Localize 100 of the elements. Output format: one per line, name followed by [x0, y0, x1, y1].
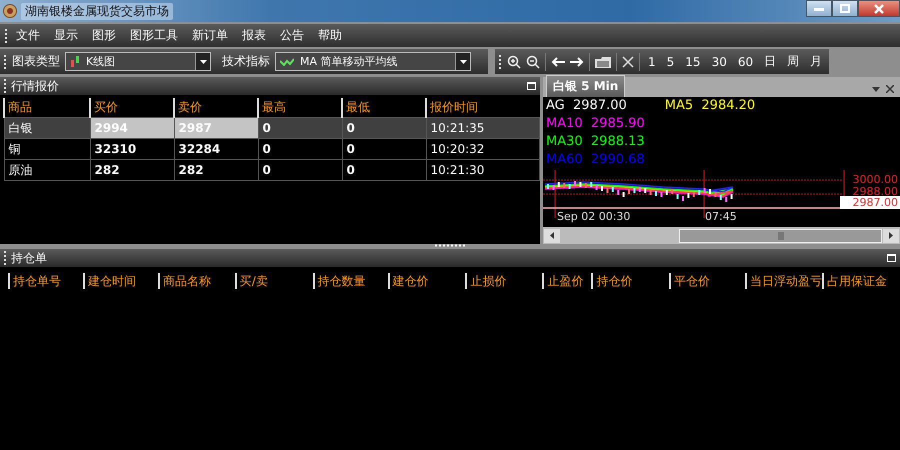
caret-down-icon [200, 60, 206, 64]
scrollbar[interactable] [543, 227, 900, 244]
column-header[interactable]: 卖价 [174, 98, 258, 118]
column-header[interactable]: 最高 [258, 98, 342, 118]
indicator-label: 技术指标 [222, 53, 270, 70]
column-header[interactable]: 持仓数量 [312, 273, 388, 289]
column-header[interactable]: 建仓时间 [82, 273, 158, 289]
table-row[interactable]: 白银 2994 2987 0 0 10:21:35 [4, 118, 539, 138]
period-button[interactable]: 30 [708, 54, 730, 68]
table-cell: 10:21:30 [426, 160, 539, 180]
period-button[interactable]: 60 [734, 54, 756, 68]
close-button[interactable] [858, 0, 900, 17]
column-header[interactable]: 止盈价 [542, 273, 592, 289]
maximize-button[interactable] [832, 0, 858, 17]
chart-type-dropdown[interactable]: K线图 [65, 52, 211, 71]
splitter-handle-icon[interactable] [435, 244, 465, 247]
scroll-thumb[interactable] [679, 228, 882, 242]
scroll-right-button[interactable] [883, 228, 899, 242]
minimize-button[interactable] [806, 0, 832, 17]
chart-tab[interactable]: 白银 5 Min [546, 75, 626, 97]
time-axis-label: Sep 02 00:30 [557, 210, 630, 223]
column-header[interactable]: 商品名称 [158, 273, 235, 289]
caret-left-icon [550, 232, 554, 239]
dropdown-icon[interactable] [872, 87, 880, 92]
menu-item[interactable]: 文件 [10, 25, 46, 46]
table-cell: 原油 [4, 160, 90, 180]
column-header[interactable]: 报价时间 [426, 98, 539, 118]
chart-type-label: 图表类型 [12, 53, 60, 70]
menu-item[interactable]: 报表 [236, 25, 272, 46]
grip-handle-icon[interactable] [499, 54, 502, 70]
grip-icon [778, 232, 784, 240]
column-header[interactable]: 持仓价 [591, 273, 670, 289]
table-cell: 2994 [90, 118, 174, 138]
menu-item[interactable]: 图形 [86, 25, 122, 46]
panel-title: 行情报价 [11, 78, 59, 94]
maximize-icon [840, 4, 850, 13]
table-cell: 282 [90, 160, 174, 180]
period-button[interactable]: 月 [807, 53, 826, 70]
arrow-right-icon[interactable] [570, 56, 584, 66]
menu-item[interactable]: 图形工具 [124, 25, 184, 46]
table-cell: 0 [342, 160, 426, 180]
candlestick-icon [70, 56, 80, 68]
indicator-dropdown[interactable]: MA 简单移动平均线 [275, 52, 471, 71]
app-logo-icon [3, 4, 17, 18]
column-header[interactable]: 当日浮动盈亏 [745, 273, 822, 289]
column-header[interactable]: 商品 [4, 98, 90, 118]
column-header[interactable]: 买价 [90, 98, 174, 118]
table-cell: 白银 [4, 118, 90, 138]
caret-down-icon [460, 60, 466, 64]
column-header[interactable]: 止损价 [465, 273, 542, 289]
menu-item[interactable]: 公告 [274, 25, 310, 46]
table-cell: 0 [342, 138, 426, 160]
table-row[interactable]: 铜 32310 32284 0 0 10:20:32 [4, 138, 539, 160]
table-cell: 32310 [90, 138, 174, 160]
period-button[interactable]: 1 [645, 54, 659, 68]
line-chart-icon [280, 58, 294, 66]
period-button[interactable]: 15 [682, 54, 704, 68]
menu-item[interactable]: 显示 [48, 25, 84, 46]
column-header[interactable]: 占用保证金 [822, 273, 898, 289]
period-button[interactable]: 5 [664, 54, 678, 68]
table-cell: 32284 [174, 138, 258, 160]
scroll-left-button[interactable] [544, 228, 560, 242]
dropdown-button[interactable] [455, 53, 470, 70]
maximize-icon[interactable] [527, 82, 536, 90]
delete-icon[interactable] [622, 56, 634, 68]
grip-handle-icon[interactable] [4, 250, 7, 266]
grip-handle-icon[interactable] [4, 54, 7, 70]
price-axis-label: 3000.00 [852, 172, 898, 186]
menu-item[interactable]: 帮助 [312, 25, 348, 46]
column-header[interactable]: 买/卖 [234, 273, 313, 289]
arrow-left-icon[interactable] [551, 56, 565, 66]
indicator-value: AG 2987.00 [546, 98, 627, 114]
last-price-label: 2987.00 [840, 196, 900, 209]
table-cell: 0 [258, 138, 342, 160]
dropdown-button[interactable] [195, 53, 210, 70]
period-button[interactable]: 日 [761, 53, 780, 70]
table-cell: 282 [174, 160, 258, 180]
folder-icon[interactable] [595, 56, 611, 68]
close-icon[interactable] [886, 85, 894, 93]
indicator-value: MA5 2984.20 [664, 98, 756, 114]
table-cell: 2987 [174, 118, 258, 138]
period-button[interactable]: 周 [784, 53, 802, 70]
close-icon [874, 4, 884, 14]
column-header[interactable]: 建仓价 [388, 273, 466, 289]
indicator-value: MA60 2990.68 [546, 152, 645, 167]
grip-handle-icon[interactable] [5, 28, 8, 44]
caret-right-icon [889, 232, 893, 239]
maximize-icon[interactable] [887, 254, 896, 262]
menu-item[interactable]: 新订单 [186, 25, 234, 46]
table-cell: 铜 [4, 138, 90, 160]
panel-title: 持仓单 [11, 250, 47, 266]
grip-handle-icon[interactable] [4, 78, 7, 94]
column-header[interactable]: 最低 [342, 98, 426, 118]
zoom-in-icon[interactable] [507, 54, 521, 68]
table-row[interactable]: 原油 282 282 0 0 10:21:30 [4, 160, 539, 180]
zoom-out-icon[interactable] [526, 54, 540, 68]
table-cell: 10:20:32 [426, 138, 539, 160]
column-header[interactable]: 平仓价 [669, 273, 746, 289]
time-axis-label: 07:45 [705, 210, 737, 223]
column-header[interactable]: 持仓单号 [8, 273, 83, 289]
